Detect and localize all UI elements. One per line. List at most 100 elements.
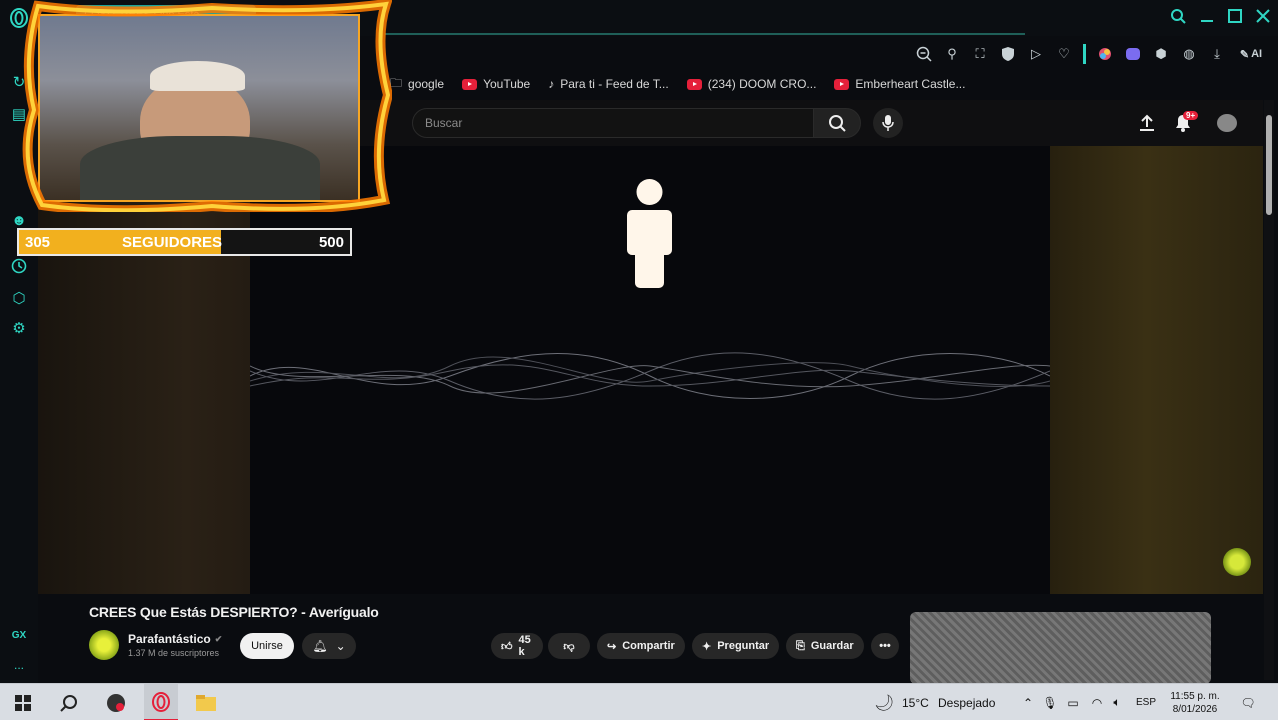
extensions-icon[interactable]: ⬢: [1152, 45, 1170, 63]
person-silhouette: [627, 179, 672, 288]
microphone-tray-icon[interactable]: 🎙︎: [1042, 684, 1057, 720]
youtube-icon: [462, 78, 478, 90]
upload-icon[interactable]: [1138, 114, 1156, 137]
close-icon[interactable]: [1256, 8, 1270, 29]
obs-icon[interactable]: [102, 684, 130, 720]
bookmark-label: YouTube: [483, 77, 531, 91]
extensions-sidebar-icon[interactable]: ⬡: [9, 288, 29, 308]
bookmark-label: google: [408, 77, 445, 91]
subscribe-bell-button[interactable]: 🔔︎ ⌄: [302, 633, 356, 659]
followers-goal-bar: 305 SEGUIDORES 500: [17, 228, 352, 256]
window-controls: [1170, 8, 1270, 29]
bookmark-emberheart[interactable]: Emberheart Castle...: [834, 77, 965, 91]
followers-current: 305: [25, 233, 51, 251]
wifi-icon[interactable]: ◠: [1088, 684, 1106, 720]
battery-icon[interactable]: ▭: [1064, 684, 1082, 720]
channel-avatar[interactable]: [89, 630, 119, 660]
shield-icon[interactable]: [999, 45, 1017, 63]
download-icon[interactable]: ⤓: [1208, 45, 1226, 63]
bookmark-doom[interactable]: (234) DOOM CRO...: [686, 77, 817, 91]
bookmark-label: Para ti - Feed de T...: [560, 77, 669, 91]
ask-label: Preguntar: [717, 640, 770, 652]
thumbs-down-icon: 👎︎: [563, 640, 575, 653]
save-button[interactable]: ⎘ Guardar: [786, 633, 864, 659]
search-taskbar-icon[interactable]: [56, 684, 82, 720]
discord-icon[interactable]: ☻: [9, 210, 29, 230]
browser-toolbar: ⚲ ⛶ ▷ ♡ ⬢ ◍ ⤓ ✎AI ☰: [915, 42, 1278, 66]
history-icon[interactable]: [9, 256, 29, 276]
zoom-out-icon[interactable]: [915, 45, 933, 63]
search-button[interactable]: [813, 108, 861, 138]
notification-center-icon[interactable]: 🗨︎: [1238, 684, 1258, 720]
toolbar-divider: [1083, 44, 1086, 64]
bookmark-label: Emberheart Castle...: [855, 77, 966, 91]
channel-watermark-icon[interactable]: [1223, 548, 1251, 576]
more-icon: •••: [879, 640, 891, 652]
followers-goal: 500: [318, 233, 344, 251]
snapshot-icon[interactable]: ⛶: [971, 45, 989, 63]
moon-icon: 🌙︎: [873, 694, 895, 712]
notification-badge: 9+: [1183, 111, 1199, 120]
video-player[interactable]: [38, 146, 1263, 594]
ask-button[interactable]: ✦ Preguntar: [692, 633, 780, 659]
cloud-icon[interactable]: [1096, 45, 1114, 63]
waveform-lines: [250, 352, 1050, 400]
recommended-video-thumbnail[interactable]: [910, 612, 1211, 684]
minimize-icon[interactable]: [1200, 8, 1214, 29]
chevron-up-icon[interactable]: ⌃: [1020, 684, 1036, 720]
voice-search-button[interactable]: [873, 108, 903, 138]
bell-icon: 🔔︎: [312, 639, 328, 653]
like-button[interactable]: 👍︎ 45 k: [491, 633, 543, 659]
opera-taskbar-icon[interactable]: [144, 684, 178, 720]
more-options-icon[interactable]: ...: [9, 655, 29, 675]
windows-taskbar: 🌙︎ 15°C Despejado ⌃ 🎙︎ ▭ ◠ 🔈︎ ESP 11:55 …: [0, 683, 1278, 720]
sparkle-icon: ✦: [702, 640, 712, 653]
search-icon[interactable]: [1170, 8, 1186, 29]
messenger-icon[interactable]: [1124, 45, 1142, 63]
weather-temp[interactable]: 15°C: [902, 684, 929, 720]
youtube-icon: [686, 78, 702, 90]
video-right-panel: [1050, 146, 1263, 594]
pin-icon[interactable]: ⚲: [943, 45, 961, 63]
ai-label: AI: [1251, 48, 1263, 60]
youtube-icon: [834, 78, 850, 90]
video-left-panel: [38, 146, 250, 594]
notifications-bell-icon[interactable]: 9+: [1174, 111, 1199, 138]
bookmark-google[interactable]: 🗀 google: [390, 74, 444, 95]
heart-icon[interactable]: ♡: [1055, 45, 1073, 63]
gx-label[interactable]: GX: [9, 625, 29, 645]
volume-icon[interactable]: 🔈︎: [1108, 684, 1126, 720]
scrollbar[interactable]: [1264, 100, 1274, 680]
maximize-icon[interactable]: [1228, 8, 1242, 29]
tiktok-icon: ♪: [548, 77, 555, 91]
file-explorer-icon[interactable]: [192, 684, 220, 720]
channel-name-text: Parafantástico: [128, 632, 211, 646]
video-title: CREES Que Estás DESPIERTO? - Averígualo: [89, 604, 379, 620]
followers-label: SEGUIDORES: [122, 233, 223, 251]
more-actions-button[interactable]: •••: [871, 633, 899, 659]
bookmark-tiktok[interactable]: ♪ Para ti - Feed de T...: [548, 77, 669, 91]
share-button[interactable]: ↪ Compartir: [597, 633, 685, 659]
bookmarks-bar: 🗀 google YouTube ♪ Para ti - Feed de T... …: [390, 74, 965, 94]
date: 8/01/2026: [1172, 703, 1218, 715]
save-label: Guardar: [810, 640, 854, 652]
join-button[interactable]: Unirse: [240, 633, 294, 659]
clock[interactable]: 11:55 p. m. 8/01/2026: [1166, 684, 1224, 720]
search-placeholder: Buscar: [425, 116, 463, 130]
ai-icon[interactable]: ✎ AI: [1236, 45, 1266, 63]
channel-name[interactable]: Parafantástico ✔: [128, 632, 222, 646]
scrollbar-thumb[interactable]: [1266, 115, 1272, 215]
search-input[interactable]: Buscar: [412, 108, 814, 138]
bookmark-label: (234) DOOM CRO...: [707, 77, 817, 91]
helmet-icon[interactable]: ◍: [1180, 45, 1198, 63]
thumbs-up-icon: 👍︎: [501, 640, 513, 653]
settings-gear-icon[interactable]: ⚙: [9, 318, 29, 338]
bookmark-youtube[interactable]: YouTube: [462, 77, 530, 91]
windows-start-icon[interactable]: [10, 684, 36, 720]
avatar[interactable]: [1217, 114, 1237, 132]
dislike-button[interactable]: 👎︎: [548, 633, 590, 659]
time: 11:55 p. m.: [1170, 690, 1220, 702]
language-indicator[interactable]: ESP: [1136, 684, 1156, 720]
send-icon[interactable]: ▷: [1027, 45, 1045, 63]
weather-description[interactable]: Despejado: [938, 684, 995, 720]
